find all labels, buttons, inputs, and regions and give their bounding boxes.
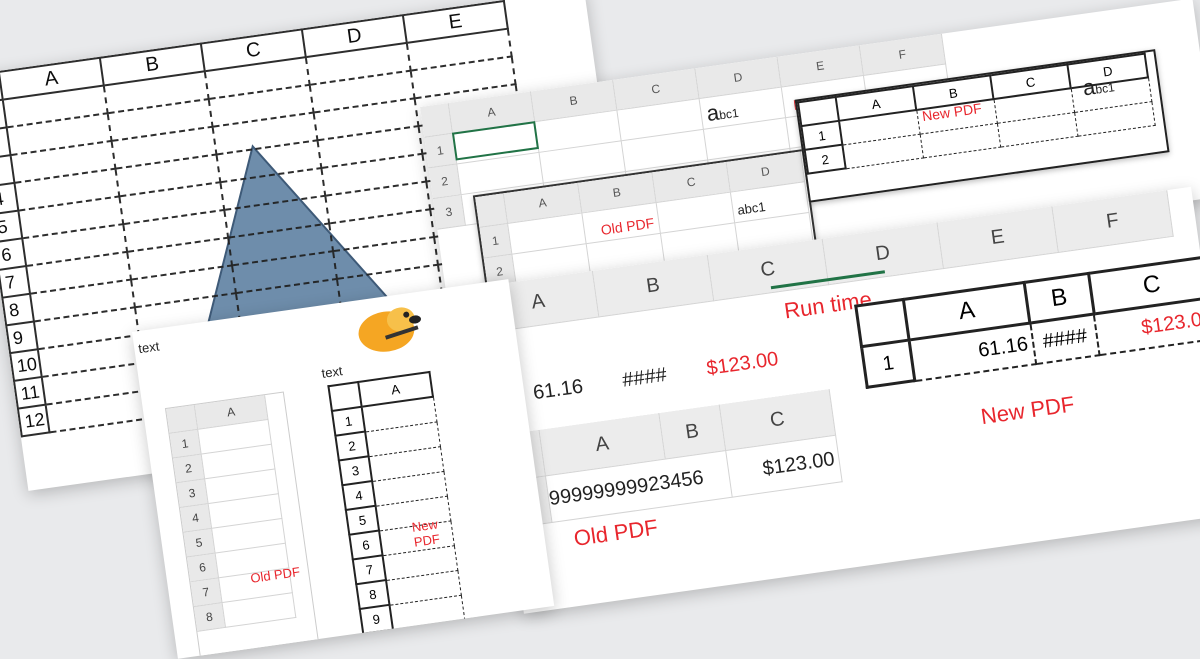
text-label-left: text — [137, 338, 161, 357]
row-header[interactable]: 8 — [2, 293, 34, 326]
row-header[interactable]: 9 — [359, 604, 393, 634]
mid-value-a: 61.16 — [531, 375, 585, 405]
new-pdf-small-sample-text: abc1 — [1081, 73, 1116, 101]
grid-cell[interactable]: #### — [1030, 314, 1100, 364]
mid-value-c: $123.00 — [705, 348, 780, 380]
corner-cell[interactable] — [420, 103, 453, 138]
row-header[interactable]: 10 — [10, 349, 42, 381]
mid-new-pdf-label: New PDF — [979, 391, 1076, 430]
top-excel-sample-text: abc1 — [704, 99, 740, 127]
mid-new-pdf-panel: A B C 1 61.16 #### $123.00 New PDF — [854, 254, 1200, 429]
new-pdf-image-table: A123456789 — [327, 371, 465, 635]
row-header[interactable]: 2 — [428, 163, 462, 199]
old-pdf-image-panel: A12345678 Old PDF — [164, 391, 319, 658]
row-header[interactable]: 11 — [13, 376, 46, 409]
new-pdf-image-label: New PDF — [410, 516, 441, 550]
mid-value-b: #### — [620, 363, 669, 392]
corner-cell[interactable] — [475, 193, 508, 228]
image-sheet-panel: text A12345678 Old PDF text A123456789 N… — [132, 279, 555, 659]
row-header[interactable]: 1 — [861, 339, 916, 388]
new-pdf-image-panel: A123456789 New PDF — [327, 368, 479, 635]
text-label-right: text — [320, 363, 344, 381]
row-header[interactable]: 8 — [193, 602, 226, 632]
old-pdf-image-table: A12345678 — [166, 395, 296, 632]
row-header[interactable]: 1 — [479, 223, 512, 259]
row-header[interactable]: 2 — [804, 144, 846, 174]
mid-new-pdf-table: A B C 1 61.16 #### $123.00 — [854, 255, 1200, 389]
row-header[interactable]: 3 — [432, 194, 466, 230]
row-header[interactable]: 7 — [0, 266, 31, 298]
row-header[interactable]: 9 — [6, 321, 38, 354]
row-header[interactable]: 12 — [17, 404, 50, 437]
dog-mascot-icon — [358, 307, 421, 352]
corner-cell[interactable] — [855, 299, 910, 347]
